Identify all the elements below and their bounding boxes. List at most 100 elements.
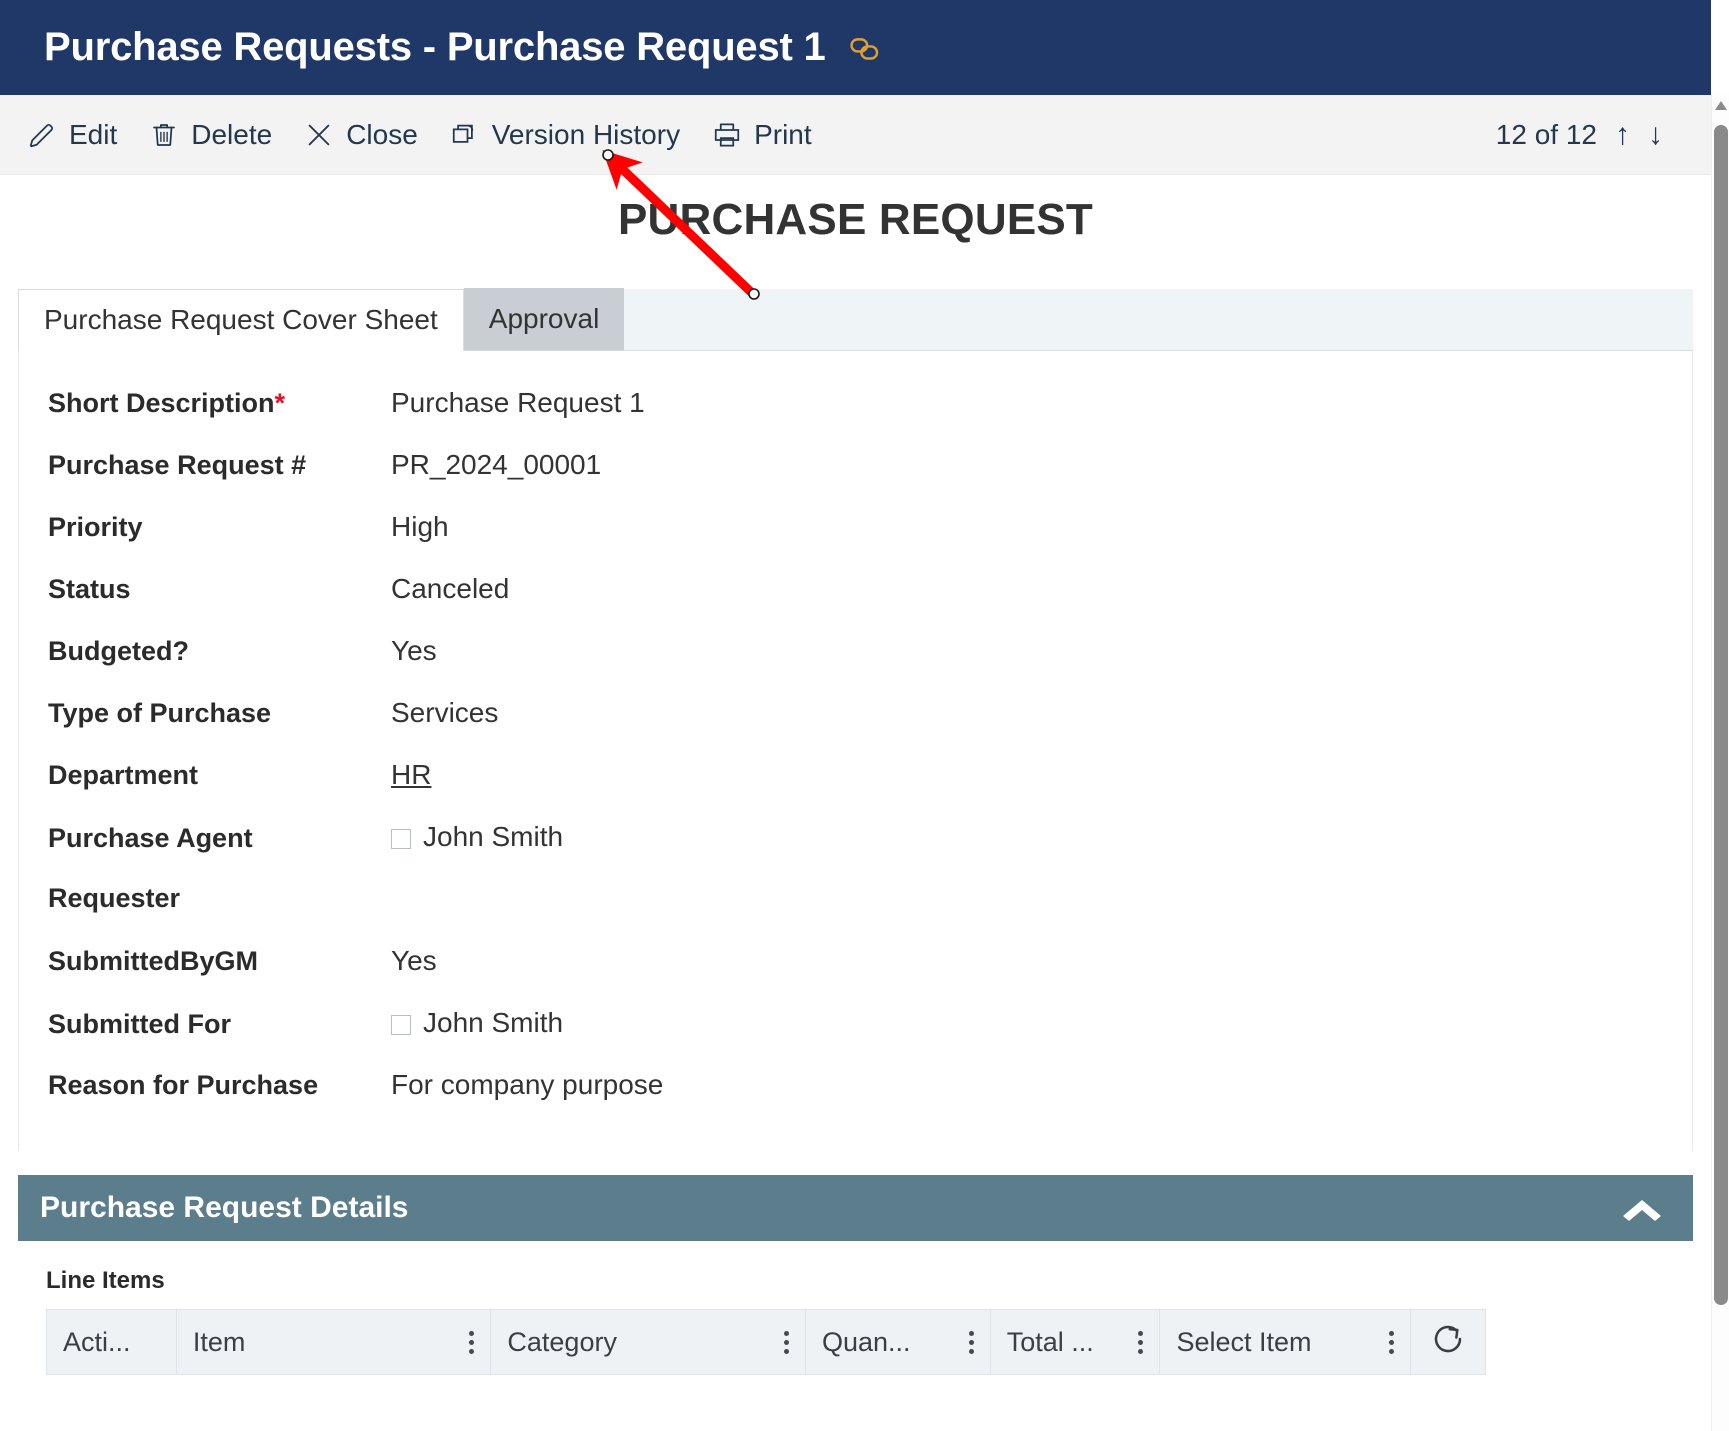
- printer-icon: [711, 119, 743, 151]
- tab-label: Approval: [488, 303, 600, 334]
- field-value-budgeted: Yes: [391, 635, 437, 666]
- edit-button-label: Edit: [69, 118, 118, 150]
- field-value-department-link[interactable]: HR: [391, 759, 431, 791]
- version-history-button-label: Version History: [491, 118, 681, 150]
- grid-col-header-label: Category: [507, 1326, 617, 1357]
- field-row-submitted-for: Submitted For John Smith: [19, 1007, 1692, 1069]
- field-label: Budgeted?: [48, 636, 189, 666]
- field-row-status: Status Canceled: [19, 573, 1692, 635]
- edit-button[interactable]: Edit: [26, 119, 117, 151]
- delete-button-label: Delete: [191, 118, 273, 150]
- field-value-submitted-for: John Smith: [391, 1007, 563, 1039]
- print-button[interactable]: Print: [711, 119, 812, 151]
- required-indicator: *: [274, 388, 286, 418]
- person-name: John Smith: [423, 1007, 564, 1038]
- grid-col-select-item[interactable]: Select Item: [1160, 1310, 1412, 1374]
- field-label: Priority: [48, 512, 143, 542]
- pager-count: 12 of 12: [1495, 118, 1597, 150]
- field-value-priority: High: [391, 511, 449, 542]
- column-menu-icon[interactable]: [783, 1330, 789, 1354]
- grid-col-quantity[interactable]: Quan...: [806, 1310, 991, 1374]
- field-value-reason-for-purchase: For company purpose: [391, 1069, 664, 1100]
- field-label: Department: [48, 760, 199, 790]
- cover-sheet-form: Short Description* Purchase Request 1 Pu…: [18, 351, 1693, 1151]
- refresh-icon: [1430, 1321, 1466, 1364]
- field-row-purchase-agent: Purchase Agent John Smith: [19, 821, 1692, 883]
- grid-col-total[interactable]: Total ...: [991, 1310, 1161, 1374]
- tab-label: Purchase Request Cover Sheet: [44, 304, 438, 335]
- version-history-button[interactable]: Version History: [449, 119, 680, 151]
- scroll-up-arrow-icon[interactable]: [1715, 101, 1727, 110]
- field-label: Requester: [48, 883, 181, 913]
- field-row-type-of-purchase: Type of Purchase Services: [19, 697, 1692, 759]
- field-row-department: Department HR: [19, 759, 1692, 821]
- section-header[interactable]: Purchase Request Details: [18, 1175, 1693, 1241]
- pencil-icon: [26, 119, 58, 151]
- chevron-up-icon[interactable]: [1615, 1191, 1669, 1225]
- grid-col-actions[interactable]: Acti...: [47, 1310, 177, 1374]
- link-icon[interactable]: [848, 33, 882, 67]
- column-menu-icon[interactable]: [1389, 1330, 1395, 1354]
- field-label: SubmittedByGM: [48, 946, 259, 976]
- application-window: Purchase Requests - Purchase Request 1 E…: [0, 0, 1729, 1431]
- scroll-thumb[interactable]: [1714, 125, 1728, 1305]
- print-button-label: Print: [754, 118, 812, 150]
- grid-col-header-label: Acti...: [63, 1326, 131, 1357]
- field-row-budgeted: Budgeted? Yes: [19, 635, 1692, 697]
- grid-refresh-button[interactable]: [1411, 1310, 1485, 1374]
- field-label: Short Description*: [48, 388, 286, 418]
- field-value-short-description: Purchase Request 1: [391, 387, 645, 418]
- delete-button[interactable]: Delete: [148, 119, 272, 151]
- version-history-icon: [449, 119, 481, 151]
- command-bar: Edit Delete Close Version History Print …: [0, 95, 1711, 175]
- close-button[interactable]: Close: [303, 119, 418, 151]
- grid-col-header-label: Quan...: [821, 1326, 911, 1357]
- field-row-submitted-by-gm: SubmittedByGM Yes: [19, 945, 1692, 1007]
- field-label: Submitted For: [48, 1009, 231, 1039]
- field-row-short-description: Short Description* Purchase Request 1: [19, 387, 1692, 449]
- grid-col-header-label: Select Item: [1176, 1326, 1312, 1357]
- field-label: Reason for Purchase: [48, 1070, 319, 1100]
- column-menu-icon[interactable]: [1138, 1330, 1144, 1354]
- tab-purchase-request-cover-sheet[interactable]: Purchase Request Cover Sheet: [18, 289, 464, 351]
- arrow-up-icon[interactable]: ↑: [1615, 119, 1630, 150]
- title-bar: Purchase Requests - Purchase Request 1: [0, 0, 1711, 95]
- column-menu-icon[interactable]: [469, 1330, 475, 1354]
- field-label: Purchase Request #: [48, 450, 307, 480]
- vertical-scrollbar[interactable]: [1711, 95, 1729, 1431]
- person-name: John Smith: [423, 821, 564, 852]
- page-title: Purchase Requests - Purchase Request 1: [44, 25, 826, 69]
- trash-icon: [148, 119, 180, 151]
- field-row-reason-for-purchase: Reason for Purchase For company purpose: [19, 1069, 1692, 1131]
- line-items-grid: Line Items Acti... Item Category Quan...…: [18, 1241, 1693, 1375]
- field-row-priority: Priority High: [19, 511, 1692, 573]
- field-value-submitted-by-gm: Yes: [391, 945, 437, 976]
- page-body: PURCHASE REQUEST Purchase Request Cover …: [0, 175, 1711, 1431]
- grid-col-header-label: Item: [192, 1326, 246, 1357]
- grid-header-row: Acti... Item Category Quan... Total ... …: [46, 1309, 1486, 1375]
- grid-col-category[interactable]: Category: [491, 1310, 806, 1374]
- field-value-purchase-agent: John Smith: [391, 821, 563, 853]
- document-heading: PURCHASE REQUEST: [617, 195, 1094, 244]
- grid-col-item[interactable]: Item: [177, 1310, 492, 1374]
- section-title: Purchase Request Details: [40, 1191, 409, 1224]
- presence-checkbox-icon: [391, 829, 411, 849]
- purchase-request-details-section: Purchase Request Details Line Items Acti…: [18, 1175, 1693, 1375]
- field-row-purchase-request-number: Purchase Request # PR_2024_00001: [19, 449, 1692, 511]
- field-row-requester: Requester: [19, 883, 1692, 945]
- field-value-purchase-request-number: PR_2024_00001: [391, 449, 602, 480]
- field-label: Type of Purchase: [48, 698, 272, 728]
- line-items-caption: Line Items: [46, 1267, 165, 1294]
- record-pager: 12 of 12 ↑ ↓: [1496, 119, 1711, 151]
- arrow-down-icon[interactable]: ↓: [1648, 119, 1663, 150]
- tab-approval[interactable]: Approval: [463, 288, 625, 350]
- grid-col-header-label: Total ...: [1006, 1326, 1094, 1357]
- column-menu-icon[interactable]: [968, 1330, 974, 1354]
- field-value-type-of-purchase: Services: [391, 697, 499, 728]
- tab-strip: Purchase Request Cover Sheet Approval: [18, 288, 1693, 351]
- field-label: Status: [48, 574, 131, 604]
- close-button-label: Close: [346, 118, 418, 150]
- presence-checkbox-icon: [391, 1015, 411, 1035]
- field-label: Purchase Agent: [48, 823, 253, 853]
- close-x-icon: [303, 119, 335, 151]
